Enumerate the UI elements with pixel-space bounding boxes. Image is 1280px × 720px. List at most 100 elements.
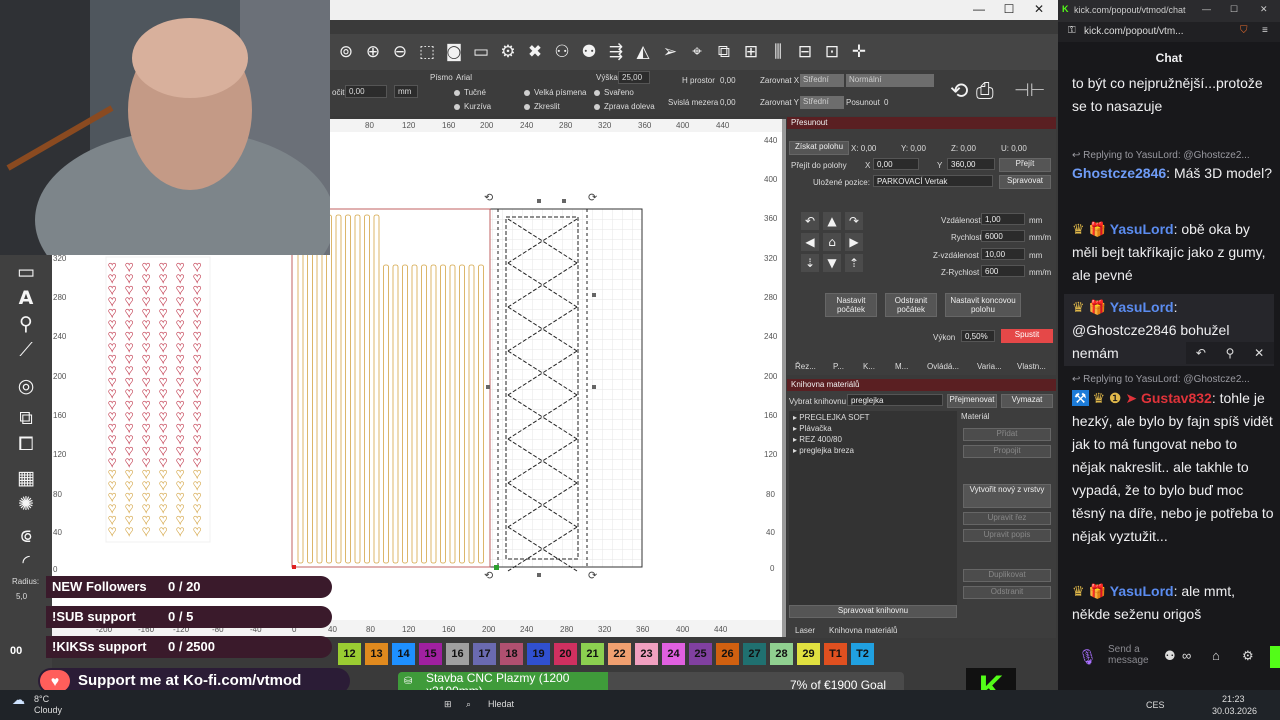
- delete-library-button[interactable]: Vymazat: [1001, 394, 1053, 408]
- arrow-down-icon[interactable]: ▼: [823, 254, 841, 272]
- rotate-input[interactable]: 0,00: [345, 85, 387, 98]
- chat-username[interactable]: Ghostcze2846: [1072, 165, 1166, 181]
- set-end-position-button[interactable]: Nastavit koncovou polohu: [945, 293, 1021, 317]
- offset-icon[interactable]: ⧉: [14, 407, 38, 429]
- layer-swatch[interactable]: 18: [500, 643, 523, 665]
- tab-laser[interactable]: Laser: [795, 626, 815, 635]
- layer-swatch[interactable]: 27: [743, 643, 766, 665]
- tab-cuts[interactable]: Řez...: [795, 362, 816, 371]
- set-origin-button[interactable]: Nastavit počátek: [825, 293, 877, 317]
- tools-icon[interactable]: ✖: [523, 40, 547, 64]
- vspace-value[interactable]: 0,00: [720, 98, 736, 107]
- clock-date[interactable]: 30.03.2026: [1212, 706, 1257, 716]
- distribute-icon[interactable]: ⫼: [766, 40, 790, 64]
- layer-swatch[interactable]: 13: [365, 643, 388, 665]
- align-x-dropdown[interactable]: Střední: [800, 74, 844, 87]
- library-item[interactable]: ▸ preglejka breza: [793, 446, 854, 455]
- settings-gear-icon[interactable]: ⚙: [496, 40, 520, 64]
- reply-icon[interactable]: ↶: [1196, 346, 1206, 360]
- add-material-button[interactable]: Přidat: [963, 428, 1051, 441]
- settings-icon[interactable]: ⚙: [1242, 648, 1254, 664]
- layer-swatch[interactable]: 24: [662, 643, 685, 665]
- browser-close[interactable]: ✕: [1260, 4, 1268, 15]
- zoom-in-icon[interactable]: ⊕: [361, 40, 385, 64]
- rotate-cw-icon[interactable]: ↷: [845, 212, 863, 230]
- edit-description-button[interactable]: Upravit popis: [963, 529, 1051, 542]
- style-dropdown[interactable]: Normální: [846, 74, 934, 87]
- arrow-left-icon[interactable]: ◀: [801, 233, 819, 251]
- pin-icon[interactable]: ⚲: [1226, 346, 1235, 360]
- camera-icon[interactable]: ◙: [442, 40, 466, 64]
- create-from-layer-button[interactable]: Vytvořit nový z vrstvy: [963, 484, 1051, 508]
- layer-swatch[interactable]: 21: [581, 643, 604, 665]
- align-icon[interactable]: ⧉: [712, 40, 736, 64]
- home-icon[interactable]: ⌂: [823, 233, 841, 251]
- send-button[interactable]: [1270, 646, 1280, 668]
- printer-icon[interactable]: ⎙: [976, 78, 994, 104]
- link-material-button[interactable]: Propojit: [963, 445, 1051, 458]
- rectangle-icon[interactable]: ▭: [14, 261, 38, 283]
- align-top-icon[interactable]: ⊟: [793, 40, 817, 64]
- start-icon[interactable]: ⊞: [444, 699, 452, 710]
- bold-checkbox[interactable]: Tučné: [454, 88, 486, 97]
- layer-swatch[interactable]: 16: [446, 643, 469, 665]
- refresh-icon[interactable]: ⟲: [950, 78, 968, 104]
- rotate-array-icon[interactable]: ✺: [14, 493, 38, 515]
- goto-x-input[interactable]: 0,00: [873, 158, 919, 170]
- more-icon[interactable]: ⊣⊢: [1014, 80, 1045, 101]
- layer-swatch[interactable]: 23: [635, 643, 658, 665]
- layer-swatch[interactable]: 14: [392, 643, 415, 665]
- text-tool-icon[interactable]: A: [14, 287, 38, 309]
- canvas-scrollbar[interactable]: [782, 119, 786, 637]
- layer-swatch[interactable]: 26: [716, 643, 739, 665]
- menu-icon[interactable]: ≡: [1262, 25, 1268, 36]
- align-center-icon[interactable]: ⊞: [739, 40, 763, 64]
- chat-username[interactable]: Gustav832: [1141, 390, 1212, 406]
- tab-variables[interactable]: Varia...: [977, 362, 1002, 371]
- welded-checkbox[interactable]: Svařeno: [594, 88, 634, 97]
- group-icon[interactable]: ⚇: [550, 40, 574, 64]
- zoom-fit-icon[interactable]: ⊚: [334, 40, 358, 64]
- tab-material-library[interactable]: Knihovna materiálů: [829, 626, 897, 635]
- grid-array-icon[interactable]: ▦: [14, 467, 38, 489]
- trash-icon[interactable]: ✕: [1254, 346, 1264, 360]
- layer-swatch[interactable]: T2: [851, 643, 874, 665]
- monitor-icon[interactable]: ▭: [469, 40, 493, 64]
- zspeed-input[interactable]: 600: [981, 265, 1025, 277]
- layer-swatch[interactable]: 28: [770, 643, 793, 665]
- align-bottom-icon[interactable]: ⊡: [820, 40, 844, 64]
- rotate-ccw-icon[interactable]: ↶: [801, 212, 819, 230]
- hspace-value[interactable]: 0,00: [720, 76, 736, 85]
- search-box[interactable]: Hledat: [488, 699, 514, 709]
- layer-swatch[interactable]: 12: [338, 643, 361, 665]
- browser-minimize[interactable]: —: [1202, 4, 1211, 14]
- layer-swatch[interactable]: 29: [797, 643, 820, 665]
- chat-username[interactable]: YasuLord: [1110, 299, 1174, 315]
- font-value[interactable]: Arial: [456, 73, 472, 82]
- copy-icon[interactable]: ⧠: [14, 433, 38, 455]
- position-pin-icon[interactable]: ⚲: [14, 313, 38, 335]
- circle-icon[interactable]: ◎: [14, 375, 38, 397]
- chat-username[interactable]: YasuLord: [1110, 221, 1174, 237]
- tab-properties[interactable]: Vlastn...: [1017, 362, 1046, 371]
- infinity-icon[interactable]: ∞: [1182, 648, 1191, 663]
- fire-button[interactable]: Spustit: [1001, 329, 1053, 343]
- mirror-icon[interactable]: ◭: [631, 40, 655, 64]
- url-text[interactable]: kick.com/popout/vtm...: [1084, 26, 1183, 37]
- italic-checkbox[interactable]: Kurzíva: [454, 102, 491, 111]
- close-button[interactable]: ✕: [1028, 2, 1050, 16]
- flip-icon[interactable]: ⇶: [604, 40, 628, 64]
- corner-radius-icon[interactable]: ◜: [14, 551, 38, 573]
- manage-positions-button[interactable]: Spravovat: [999, 175, 1051, 189]
- remove-material-button[interactable]: Odstranit: [963, 586, 1051, 599]
- offset-value[interactable]: 0: [884, 98, 888, 107]
- library-item[interactable]: ▸ Plávačka: [793, 424, 832, 433]
- z-up-icon[interactable]: ⇡: [845, 254, 863, 272]
- layer-swatch[interactable]: 25: [689, 643, 712, 665]
- arrow-up-icon[interactable]: ▲: [823, 212, 841, 230]
- manage-library-button[interactable]: Spravovat knihovnu: [789, 605, 957, 618]
- radius-value[interactable]: 5,0: [16, 592, 27, 601]
- select-frame-icon[interactable]: ⬚: [415, 40, 439, 64]
- unit-button[interactable]: mm: [394, 85, 418, 98]
- tab-control[interactable]: Ovládá...: [927, 362, 959, 371]
